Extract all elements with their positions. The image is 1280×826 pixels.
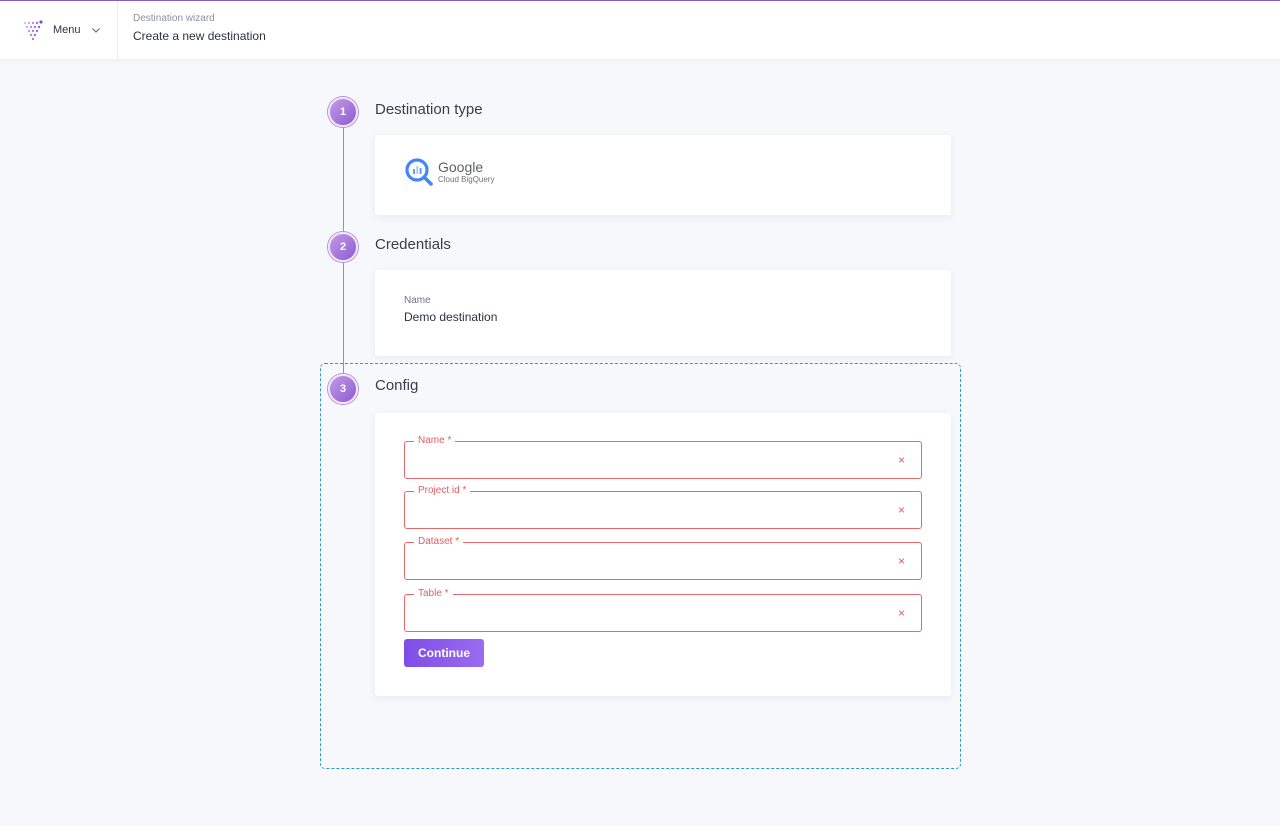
clear-icon[interactable]: ×: [898, 453, 905, 467]
breadcrumb: Destination wizard Create a new destinat…: [133, 12, 266, 45]
config-card: Name * × Project id * × Dataset * × Tabl…: [375, 413, 951, 696]
project-id-label: Project id *: [414, 484, 471, 498]
top-header: Menu Destination wizard Create a new des…: [0, 1, 1280, 59]
product-name: Cloud BigQuery: [438, 174, 495, 184]
clear-icon[interactable]: ×: [898, 606, 905, 620]
credentials-name-label: Name: [404, 295, 431, 306]
step-2-badge: 2: [328, 232, 358, 262]
table-label: Table *: [414, 587, 453, 601]
app-logo-icon: [23, 20, 43, 41]
clear-icon[interactable]: ×: [898, 503, 905, 517]
chevron-down-icon: [91, 28, 100, 33]
dataset-label: Dataset *: [414, 535, 464, 549]
destination-type-card[interactable]: Google Cloud BigQuery: [375, 135, 951, 215]
dataset-field[interactable]: Dataset * ×: [404, 535, 922, 580]
project-id-input[interactable]: [417, 500, 887, 520]
dataset-input[interactable]: [417, 551, 887, 571]
step-3-badge: 3: [328, 374, 358, 404]
continue-button[interactable]: Continue: [404, 639, 484, 667]
config-name-field[interactable]: Name * ×: [404, 434, 922, 479]
page-title: Create a new destination: [133, 29, 266, 43]
bigquery-wordmark: Google Cloud BigQuery: [438, 160, 494, 185]
brand-name: Google: [438, 158, 484, 175]
menu-button[interactable]: Menu: [0, 1, 118, 59]
credentials-name-value: Demo destination: [404, 310, 498, 324]
config-name-input[interactable]: [417, 450, 887, 470]
bigquery-logo-icon: [405, 158, 433, 186]
breadcrumb-parent: Destination wizard: [133, 13, 215, 24]
table-input[interactable]: [417, 603, 887, 623]
step-3-title: Config: [375, 377, 419, 394]
credentials-card[interactable]: Name Demo destination: [375, 270, 951, 356]
step-1-title: Destination type: [375, 101, 483, 118]
step-1-badge: 1: [328, 97, 358, 127]
bigquery-logo: Google Cloud BigQuery: [404, 157, 494, 187]
project-id-field[interactable]: Project id * ×: [404, 484, 922, 529]
config-name-label: Name *: [414, 434, 456, 448]
table-field[interactable]: Table * ×: [404, 587, 922, 632]
step-2-title: Credentials: [375, 236, 451, 253]
menu-label: Menu: [53, 24, 81, 36]
clear-icon[interactable]: ×: [898, 554, 905, 568]
